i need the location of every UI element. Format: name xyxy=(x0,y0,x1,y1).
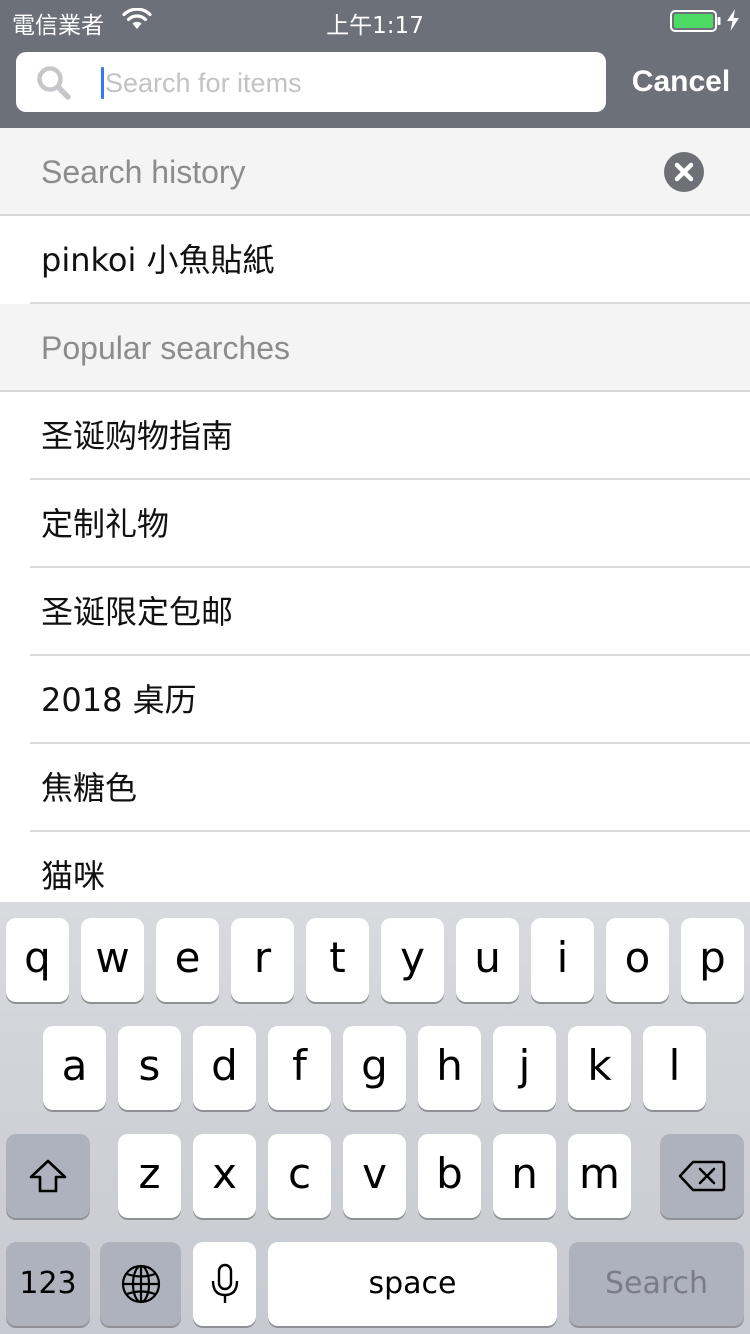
popular-item[interactable]: 圣诞购物指南 xyxy=(0,392,750,480)
key-p[interactable]: p xyxy=(681,918,744,1002)
clear-x-circle-icon xyxy=(664,152,704,192)
popular-searches-header: Popular searches xyxy=(0,304,750,392)
key-g[interactable]: g xyxy=(343,1026,406,1110)
key-o[interactable]: o xyxy=(606,918,669,1002)
key-i[interactable]: i xyxy=(531,918,594,1002)
key-y[interactable]: y xyxy=(381,918,444,1002)
backspace-icon xyxy=(678,1160,726,1192)
key-h[interactable]: h xyxy=(418,1026,481,1110)
popular-item[interactable]: 圣诞限定包邮 xyxy=(0,568,750,656)
key-v[interactable]: v xyxy=(343,1134,406,1218)
key-b[interactable]: b xyxy=(418,1134,481,1218)
popular-item[interactable]: 定制礼物 xyxy=(0,480,750,568)
key-n[interactable]: n xyxy=(493,1134,556,1218)
key-a[interactable]: a xyxy=(43,1026,106,1110)
history-item[interactable]: pinkoi 小魚貼紙 xyxy=(0,216,750,304)
popular-item-label: 定制礼物 xyxy=(41,505,170,543)
popular-item-label: 2018 桌历 xyxy=(41,681,197,719)
status-time: 上午1:17 xyxy=(326,13,424,39)
key-d[interactable]: d xyxy=(193,1026,256,1110)
search-placeholder: Search for items xyxy=(105,68,302,98)
numbers-key[interactable]: 123 xyxy=(6,1242,90,1326)
key-q[interactable]: q xyxy=(6,918,69,1002)
cancel-button[interactable]: Cancel xyxy=(622,62,740,102)
key-j[interactable]: j xyxy=(493,1026,556,1110)
charging-bolt-icon xyxy=(726,9,740,38)
magnifier-icon xyxy=(36,65,72,106)
keyboard: q w e r t y u i o p a s d f g h j k l z … xyxy=(0,902,750,1334)
popular-item[interactable]: 焦糖色 xyxy=(0,744,750,832)
popular-item-label: 猫咪 xyxy=(41,857,106,895)
globe-icon xyxy=(121,1264,160,1304)
shift-key[interactable] xyxy=(6,1134,90,1218)
key-m[interactable]: m xyxy=(568,1134,631,1218)
top-bar: 電信業者 上午1:17 Search for items Cancel xyxy=(0,0,750,128)
space-key[interactable]: space xyxy=(268,1242,557,1326)
globe-key[interactable] xyxy=(100,1242,181,1326)
search-input[interactable]: Search for items xyxy=(16,52,606,112)
key-z[interactable]: z xyxy=(118,1134,181,1218)
key-l[interactable]: l xyxy=(643,1026,706,1110)
search-key[interactable]: Search xyxy=(569,1242,744,1326)
key-w[interactable]: w xyxy=(81,918,144,1002)
key-x[interactable]: x xyxy=(193,1134,256,1218)
key-f[interactable]: f xyxy=(268,1026,331,1110)
key-u[interactable]: u xyxy=(456,918,519,1002)
status-bar: 電信業者 上午1:17 xyxy=(0,0,750,40)
key-t[interactable]: t xyxy=(306,918,369,1002)
key-r[interactable]: r xyxy=(231,918,294,1002)
clear-history-button[interactable] xyxy=(664,152,704,197)
key-k[interactable]: k xyxy=(568,1026,631,1110)
microphone-icon xyxy=(211,1263,238,1303)
search-history-header: Search history xyxy=(0,128,750,216)
key-c[interactable]: c xyxy=(268,1134,331,1218)
text-caret xyxy=(101,67,104,99)
popular-item-label: 圣诞限定包邮 xyxy=(41,593,234,631)
search-history-title: Search history xyxy=(41,154,246,190)
popular-searches-title: Popular searches xyxy=(41,330,291,366)
shift-icon xyxy=(29,1159,67,1193)
backspace-key[interactable] xyxy=(660,1134,744,1218)
popular-item-label: 圣诞购物指南 xyxy=(41,417,234,455)
dictation-key[interactable] xyxy=(193,1242,256,1326)
history-item-label: pinkoi 小魚貼紙 xyxy=(41,241,275,279)
key-e[interactable]: e xyxy=(156,918,219,1002)
popular-item-label: 焦糖色 xyxy=(41,769,138,807)
popular-item[interactable]: 2018 桌历 xyxy=(0,656,750,744)
key-s[interactable]: s xyxy=(118,1026,181,1110)
battery-icon xyxy=(670,10,722,39)
